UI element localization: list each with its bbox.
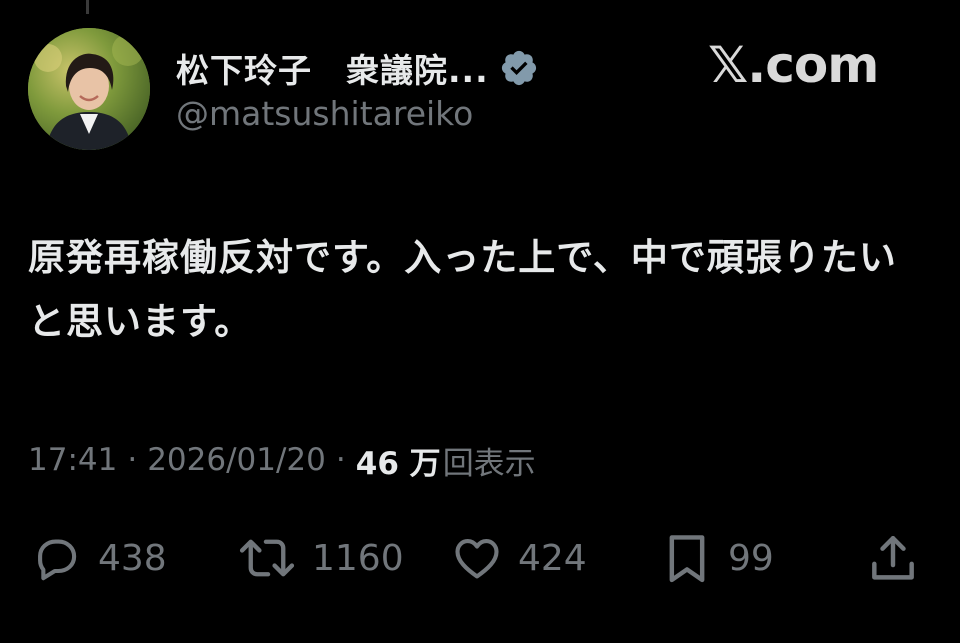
x-logo-icon: 𝕏 <box>708 36 748 94</box>
like-button[interactable]: 424 <box>448 528 587 588</box>
heart-icon <box>448 532 506 584</box>
top-divider <box>86 0 89 14</box>
reply-icon <box>28 532 86 584</box>
like-count: 424 <box>518 537 587 579</box>
tweet-time[interactable]: 17:41 <box>28 442 117 478</box>
repost-icon <box>234 532 300 584</box>
bookmark-icon <box>658 530 716 586</box>
brand-watermark: 𝕏.com <box>708 36 879 94</box>
tweet-meta: 17:41 · 2026/01/20 · 46 万 回表示 <box>28 436 536 484</box>
repost-button[interactable]: 1160 <box>234 528 404 588</box>
repost-count: 1160 <box>312 537 404 579</box>
avatar-image <box>28 28 150 150</box>
reply-button[interactable]: 438 <box>28 528 167 588</box>
views-label[interactable]: 回表示 <box>443 438 536 483</box>
views-count[interactable]: 46 万 <box>356 438 441 483</box>
author-display-name[interactable]: 松下玲子 衆議院... <box>176 44 489 92</box>
share-icon <box>864 530 922 586</box>
author-name-row[interactable]: 松下玲子 衆議院... <box>176 44 539 92</box>
reply-count: 438 <box>98 537 167 579</box>
avatar[interactable] <box>28 28 150 150</box>
meta-separator: · <box>127 442 138 478</box>
verified-badge-icon[interactable] <box>499 48 539 88</box>
brand-domain: .com <box>747 36 879 94</box>
bookmark-count: 99 <box>728 537 774 579</box>
author-handle[interactable]: @matsushitareiko <box>176 94 473 133</box>
share-button[interactable] <box>864 528 922 588</box>
bookmark-button[interactable]: 99 <box>658 528 774 588</box>
action-bar: 438 1160 424 99 <box>28 528 928 588</box>
tweet-text: 原発再稼働反対です。入った上で、中で頑張りたいと思います。 <box>28 236 897 343</box>
tweet-date[interactable]: 2026/01/20 <box>147 442 326 478</box>
meta-separator: · <box>335 442 346 478</box>
